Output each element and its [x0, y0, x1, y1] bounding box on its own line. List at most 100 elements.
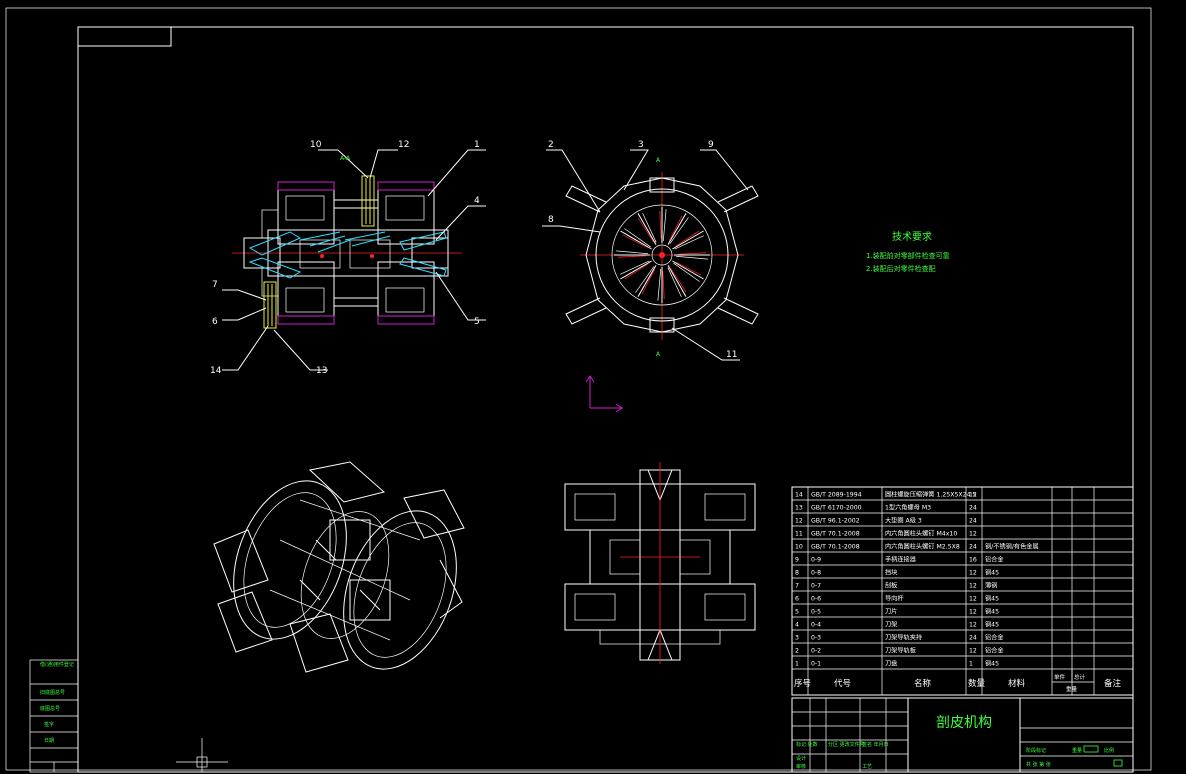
bom-cell-qty: 16	[969, 557, 977, 564]
bom-cell-name: 刀架	[885, 621, 897, 629]
bom-cell-qty: 12	[969, 492, 977, 499]
tech-req-line-1: 1.装配前对零部件检查可靠	[866, 251, 950, 260]
balloon-5: 5	[474, 317, 480, 327]
front-section-view[interactable]: 10 12 1 4 5 7 6 14 13 A-A	[210, 140, 486, 376]
tb-zone: 分区 更改文件号	[828, 741, 865, 748]
ucs-icon	[585, 375, 623, 413]
bom-cell-material: 钢/不锈钢/有色金属	[985, 543, 1039, 551]
side-circular-view[interactable]: 2 3 9 8 11 A A	[542, 140, 759, 361]
bom-cell-name: 大垫圈 A级 3	[885, 517, 922, 525]
bom-header-name: 名称	[914, 678, 932, 689]
bom-cell-no: 11	[795, 531, 803, 538]
sheet-frame	[5, 7, 1152, 773]
bom-cell-qty: 12	[969, 570, 977, 577]
bom-cell-material: 钢45	[985, 595, 999, 603]
bill-of-materials[interactable]: 14 GB/T 2089-1994 圆柱螺旋压缩弹簧 1.25X5X24.51213…	[791, 486, 1134, 696]
bom-cell-no: 5	[795, 609, 799, 616]
bom-header-total-weight: 总计	[1074, 673, 1086, 681]
bom-cell-no: 13	[795, 505, 803, 512]
bom-cell-no: 10	[795, 544, 803, 551]
tb-scale: 比例	[1104, 747, 1114, 754]
bom-cell-code: GB/T 70.1-2008	[811, 531, 860, 538]
bom-cell-no: 12	[795, 518, 803, 525]
bom-cell-code: 0-3	[811, 635, 821, 642]
bom-cell-code: GB/T 2089-1994	[811, 492, 862, 499]
cad-cursor-crosshair	[176, 738, 228, 772]
bom-cell-no: 1	[795, 661, 799, 668]
tb-review: 审核	[796, 763, 806, 770]
bom-cell-name: 内六角圆柱头螺钉 M4x10	[885, 530, 957, 538]
balloon-10: 10	[310, 140, 322, 150]
balloon-13: 13	[316, 366, 327, 376]
bom-cell-code: 0-8	[811, 570, 821, 577]
bom-cell-code: 0-6	[811, 596, 821, 603]
bom-header-no: 序号	[794, 678, 811, 689]
bottom-section-view[interactable]	[564, 462, 756, 664]
blade-spoke	[637, 265, 657, 297]
section-label-aa: A-A	[340, 155, 351, 162]
bom-cell-name: 导向杆	[885, 595, 904, 603]
bom-cell-name: 1型六角螺母 M3	[885, 504, 931, 512]
bom-cell-qty: 12	[969, 596, 977, 603]
bom-cell-qty: 12	[969, 648, 977, 655]
balloon-7: 7	[212, 280, 218, 290]
bom-cell-qty: 24	[969, 544, 977, 551]
blade-spoke	[667, 213, 687, 245]
bom-cell-qty: 12	[969, 609, 977, 616]
bom-header-remark: 备注	[1104, 678, 1122, 689]
blade-spoke	[620, 230, 652, 250]
bom-header-qty: 数量	[968, 678, 986, 689]
bom-cell-qty: 24	[969, 635, 977, 642]
bom-cell-no: 8	[795, 570, 799, 577]
bom-cell-no: 2	[795, 648, 799, 655]
bom-cell-material: 钢45	[985, 608, 999, 616]
bom-cell-material: 铝合金	[985, 556, 1004, 564]
bom-cell-no: 9	[795, 557, 799, 564]
balloon-6: 6	[212, 317, 218, 327]
view-label-a-top: A	[656, 157, 661, 164]
tech-req-line-2: 2.装配后对零件检查配	[866, 264, 936, 273]
bom-cell-material: 钢45	[985, 569, 999, 577]
bom-cell-material: 铝合金	[985, 634, 1004, 642]
view-label-a-bottom: A	[656, 351, 661, 358]
side-strip-reg: 借(通)用件登记	[40, 661, 74, 668]
balloon-3: 3	[638, 140, 644, 150]
side-strip-sign: 签字	[44, 721, 54, 728]
bom-cell-name: 刮板	[885, 582, 897, 590]
title-block[interactable]: 标记 处数 分区 更改文件号 签名 年月日 设计 审核 工艺 剖皮机构 阶段标记…	[791, 697, 1134, 773]
blade-spoke	[672, 260, 704, 280]
bom-cell-no: 3	[795, 635, 799, 642]
bom-cell-code: GB/T 6170-2000	[811, 505, 862, 512]
bom-cell-qty: 12	[969, 583, 977, 590]
bom-cell-code: 0-5	[811, 609, 821, 616]
bom-cell-qty: 24	[969, 505, 977, 512]
isometric-view[interactable]	[213, 461, 477, 685]
bom-cell-no: 7	[795, 583, 799, 590]
bom-cell-code: 0-4	[811, 622, 821, 629]
bom-cell-qty: 1	[969, 661, 973, 668]
bom-cell-name: 挡块	[885, 569, 897, 577]
side-strip-date: 日期	[44, 738, 54, 744]
balloon-14: 14	[210, 366, 222, 376]
bom-cell-code: GB/T 96.1-2002	[811, 518, 860, 525]
balloon-4: 4	[474, 196, 480, 206]
balloon-12: 12	[398, 140, 409, 150]
balloon-2: 2	[548, 140, 554, 150]
bom-cell-name: 刀架导轨夹持	[885, 634, 922, 642]
bom-cell-code: 0-1	[811, 661, 821, 668]
bom-cell-code: 0-2	[811, 648, 821, 655]
bom-header-material: 材料	[1008, 678, 1026, 689]
bom-cell-qty: 12	[969, 622, 977, 629]
balloon-9: 9	[708, 140, 714, 150]
cad-drawing-canvas[interactable]: 借(通)用件登记 旧底图总号 底图总号 签字 日期 10 12 1 4 5 7 …	[0, 0, 1186, 774]
bom-header-weight: 重量	[1066, 685, 1078, 693]
tb-stage: 阶段标记	[1026, 747, 1046, 754]
bom-cell-no: 6	[795, 596, 799, 603]
bom-cell-code: GB/T 70.1-2008	[811, 544, 860, 551]
drawing-title: 剖皮机构	[936, 715, 992, 731]
balloon-11: 11	[726, 350, 737, 360]
bom-cell-code: 0-9	[811, 557, 821, 564]
balloon-8: 8	[548, 215, 554, 225]
bom-cell-name: 刀盘	[885, 660, 897, 668]
tb-design: 设计	[796, 755, 806, 762]
